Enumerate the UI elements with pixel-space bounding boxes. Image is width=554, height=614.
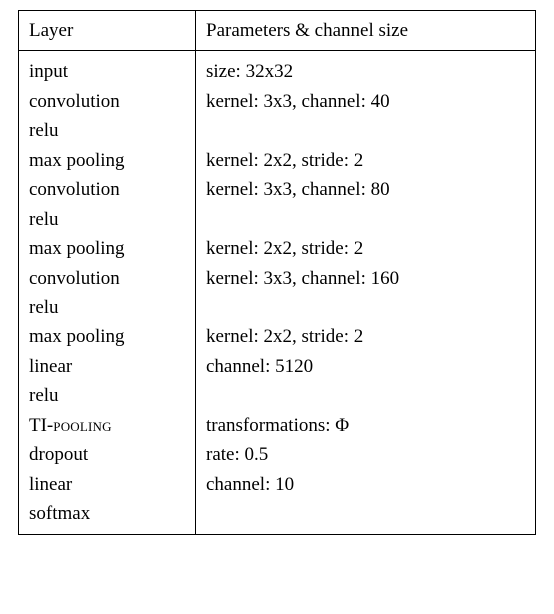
layer-params: size: 32x32: [206, 57, 525, 86]
col-header-layer: Layer: [19, 11, 196, 51]
layer-params: kernel: 3x3, channel: 80: [206, 175, 525, 204]
layer-name: relu: [29, 116, 185, 145]
layer-params: [206, 205, 525, 234]
layer-params: [206, 116, 525, 145]
layer-name: linear: [29, 470, 185, 499]
layer-params: kernel: 2x2, stride: 2: [206, 146, 525, 175]
layer-cell: inputconvolutionrelumax poolingconvoluti…: [19, 51, 196, 535]
layer-name: convolution: [29, 264, 185, 293]
layer-params: kernel: 2x2, stride: 2: [206, 322, 525, 351]
table-row: inputconvolutionrelumax poolingconvoluti…: [19, 51, 536, 535]
layer-name: linear: [29, 352, 185, 381]
layer-params: kernel: 3x3, channel: 40: [206, 87, 525, 116]
layer-name: relu: [29, 293, 185, 322]
layer-name: convolution: [29, 87, 185, 116]
layer-params: [206, 381, 525, 410]
layer-name: input: [29, 57, 185, 86]
table-body: inputconvolutionrelumax poolingconvoluti…: [19, 51, 536, 535]
layer-name: max pooling: [29, 322, 185, 351]
layer-params: channel: 5120: [206, 352, 525, 381]
layer-params: rate: 0.5: [206, 440, 525, 469]
layer-params: [206, 293, 525, 322]
layer-name: TI-pooling: [29, 411, 185, 440]
layer-params: kernel: 2x2, stride: 2: [206, 234, 525, 263]
layer-name: convolution: [29, 175, 185, 204]
layer-name: max pooling: [29, 146, 185, 175]
layer-name: relu: [29, 205, 185, 234]
params-cell: size: 32x32kernel: 3x3, channel: 40 kern…: [196, 51, 536, 535]
layer-name: softmax: [29, 499, 185, 528]
layer-params: [206, 499, 525, 528]
architecture-table: Layer Parameters & channel size inputcon…: [18, 10, 536, 535]
table-header-row: Layer Parameters & channel size: [19, 11, 536, 51]
layer-params: kernel: 3x3, channel: 160: [206, 264, 525, 293]
layer-name: relu: [29, 381, 185, 410]
col-header-params: Parameters & channel size: [196, 11, 536, 51]
layer-params: channel: 10: [206, 470, 525, 499]
layer-name: dropout: [29, 440, 185, 469]
layer-params: transformations: Φ: [206, 411, 525, 440]
layer-name: max pooling: [29, 234, 185, 263]
